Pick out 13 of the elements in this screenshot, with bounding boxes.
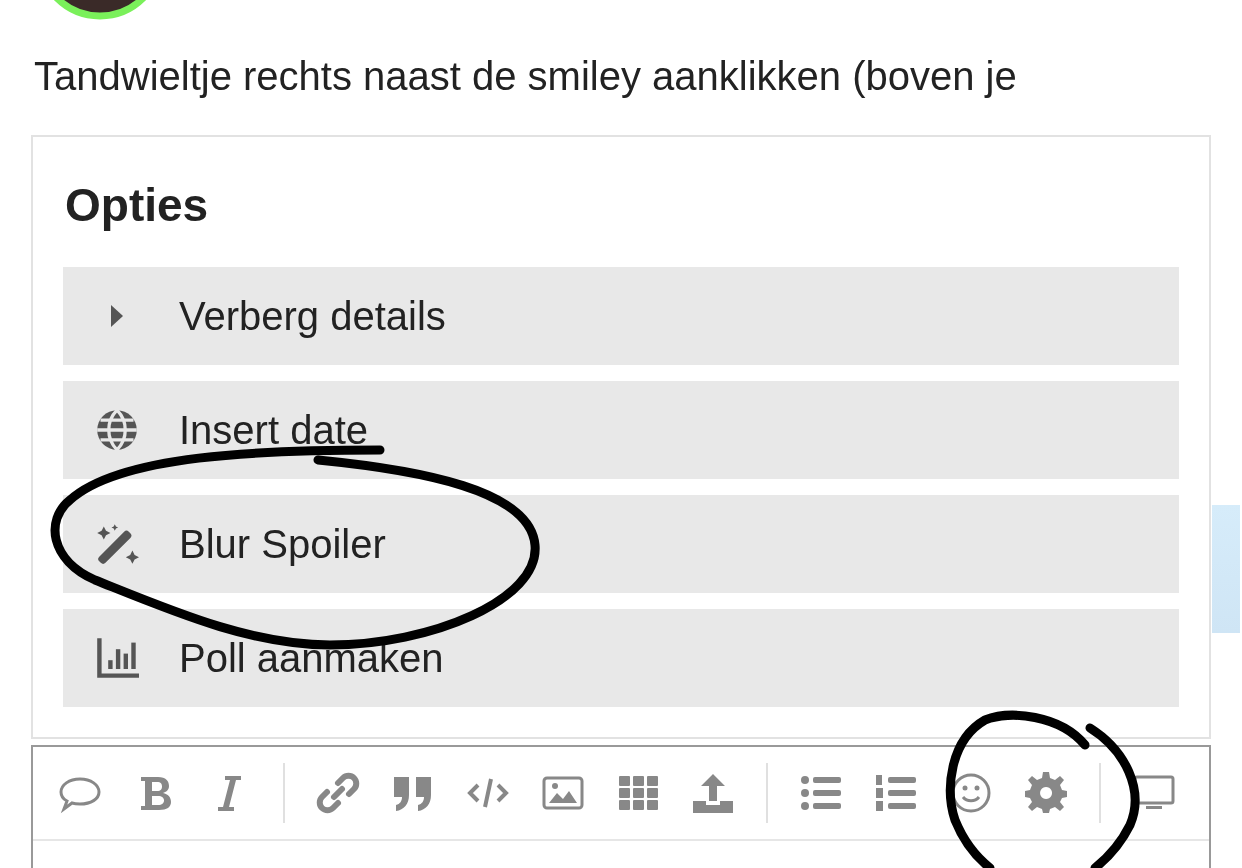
menu-item[interactable]: Insert date xyxy=(63,381,1179,479)
link-icon[interactable] xyxy=(316,771,360,815)
caret-right-icon xyxy=(111,305,123,327)
magic-wand-icon xyxy=(95,522,139,566)
post-text: Tandwieltje rechts naast de smiley aanklikken (boven je xyxy=(34,53,1018,100)
settings-icon[interactable] xyxy=(1024,771,1068,815)
bar-chart-icon xyxy=(95,636,139,680)
menu-item[interactable]: Poll aanmaken xyxy=(63,609,1179,707)
upload-icon[interactable] xyxy=(691,771,735,815)
menu-item[interactable]: Blur Spoiler xyxy=(63,495,1179,593)
popup-title: Opties xyxy=(65,178,210,233)
menu-item[interactable]: Verberg details xyxy=(63,267,1179,365)
globe-icon xyxy=(95,408,139,452)
